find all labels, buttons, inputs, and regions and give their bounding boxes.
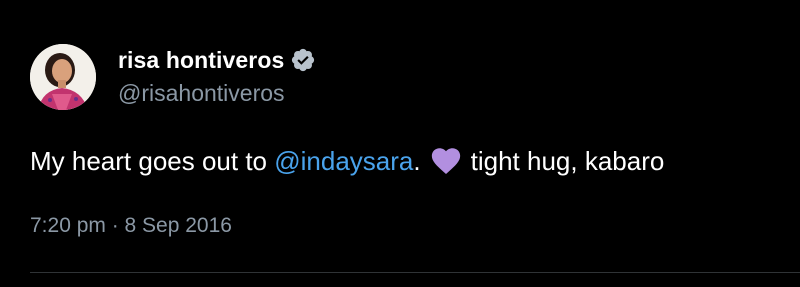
tweet-text-part: tight hug, kabaro (470, 146, 665, 176)
author-name-row: risa hontiveros (118, 44, 316, 76)
tweet-text: My heart goes out to @indaysara . tight … (30, 144, 664, 178)
author-display-name[interactable]: risa hontiveros (118, 47, 284, 74)
tweet-card: risa hontiveros @risahontiveros My heart… (0, 0, 800, 287)
verified-badge-icon (290, 47, 316, 73)
avatar-photo-icon (30, 44, 96, 110)
tweet-text-part: My heart goes out to (30, 146, 275, 176)
divider (30, 272, 800, 273)
purple-heart-icon (429, 144, 463, 178)
avatar[interactable] (30, 44, 96, 110)
author-handle[interactable]: @risahontiveros (118, 80, 285, 107)
tweet-timestamp[interactable]: 7:20 pm · 8 Sep 2016 (30, 214, 232, 238)
mention-link[interactable]: @indaysara (274, 144, 413, 178)
tweet-text-part: . (413, 146, 421, 176)
